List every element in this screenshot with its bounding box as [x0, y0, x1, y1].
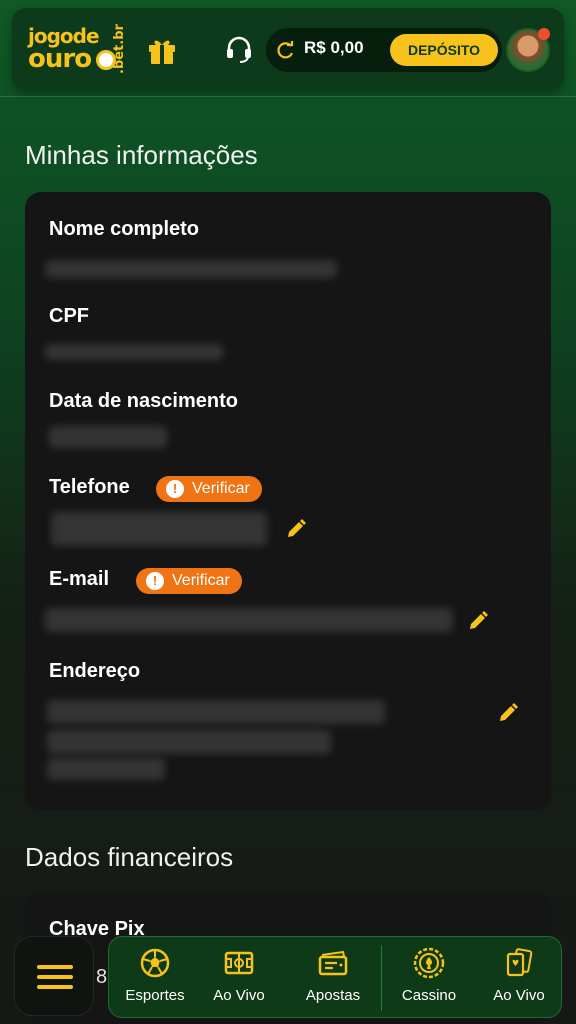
logo-domain: .bet.br [112, 24, 127, 74]
nav-label-casino: Cassino [401, 987, 457, 1004]
menu-bar-icon [37, 965, 73, 969]
soccer-ball-icon [140, 948, 170, 978]
bottom-nav: Esportes Ao Vivo Apostas Cassino Ao Vivo [108, 936, 562, 1018]
field-label-address: Endereço [49, 660, 141, 682]
menu-bar-icon [37, 985, 73, 989]
nav-item-sports[interactable]: Esportes [109, 937, 201, 1019]
address-line3-redacted [47, 758, 165, 780]
address-line1-redacted [47, 700, 385, 724]
balance-pill: R$ 0,00 DEPÓSITO [266, 28, 502, 72]
playing-cards-icon [506, 948, 533, 977]
edit-phone-pencil-icon[interactable] [285, 518, 307, 540]
partial-behind-text: 8 [96, 966, 108, 988]
field-label-cpf: CPF [49, 305, 89, 327]
address-line2-redacted [47, 730, 331, 754]
menu-bar-icon [37, 975, 73, 979]
logo-text-bottom: ouro [28, 44, 92, 74]
refresh-icon[interactable] [276, 40, 296, 60]
nav-item-casino[interactable]: Cassino [387, 937, 471, 1019]
field-label-phone: Telefone [49, 476, 130, 498]
nav-item-live-casino[interactable]: Ao Vivo [479, 937, 559, 1019]
nav-item-live-sports[interactable]: Ao Vivo [201, 937, 277, 1019]
financial-info-title: Dados financeiros [25, 842, 234, 872]
nav-label-sports: Esportes [125, 987, 185, 1004]
warning-icon: ! [146, 572, 164, 590]
nav-label-live-casino: Ao Vivo [493, 987, 545, 1004]
nav-item-bets[interactable]: Apostas [285, 937, 381, 1019]
hamburger-menu-button[interactable] [14, 936, 94, 1016]
birth-date-value-redacted [49, 426, 167, 448]
personal-info-title: Minhas informações [25, 140, 258, 170]
field-label-email: E-mail [49, 568, 110, 590]
email-value-redacted [45, 608, 453, 632]
notification-dot [538, 28, 550, 40]
gift-icon[interactable] [146, 34, 178, 66]
nav-label-live-sports: Ao Vivo [213, 987, 265, 1004]
brand-logo[interactable]: jogode ouro .bet.br [28, 22, 132, 78]
field-label-full-name: Nome completo [49, 218, 200, 240]
edit-address-pencil-icon[interactable] [497, 702, 519, 724]
bet-ticket-icon [318, 950, 348, 976]
phone-value-redacted [51, 512, 267, 546]
nav-separator [381, 945, 382, 1011]
phone-verify-label: Verificar [192, 480, 250, 497]
header-divider [0, 96, 576, 97]
balance-amount: R$ 0,00 [304, 38, 364, 57]
email-verify-badge[interactable]: ! Verificar [136, 568, 242, 594]
nav-label-bets: Apostas [305, 987, 361, 1004]
casino-chip-icon [413, 947, 445, 979]
warning-icon: ! [166, 480, 184, 498]
email-verify-label: Verificar [172, 572, 230, 589]
phone-verify-badge[interactable]: ! Verificar [156, 476, 262, 502]
field-label-birth-date: Data de nascimento [49, 390, 238, 412]
avatar[interactable] [506, 28, 550, 72]
full-name-value-redacted [45, 260, 337, 278]
cpf-value-redacted [45, 344, 223, 360]
live-field-icon [224, 951, 254, 975]
support-headset-icon[interactable] [224, 34, 254, 64]
edit-email-pencil-icon[interactable] [467, 610, 489, 632]
top-header: jogode ouro .bet.br R$ 0,00 DEPÓSITO [12, 8, 564, 90]
deposit-button[interactable]: DEPÓSITO [390, 34, 498, 66]
personal-info-card: Nome completo CPF Data de nascimento Tel… [25, 192, 551, 810]
